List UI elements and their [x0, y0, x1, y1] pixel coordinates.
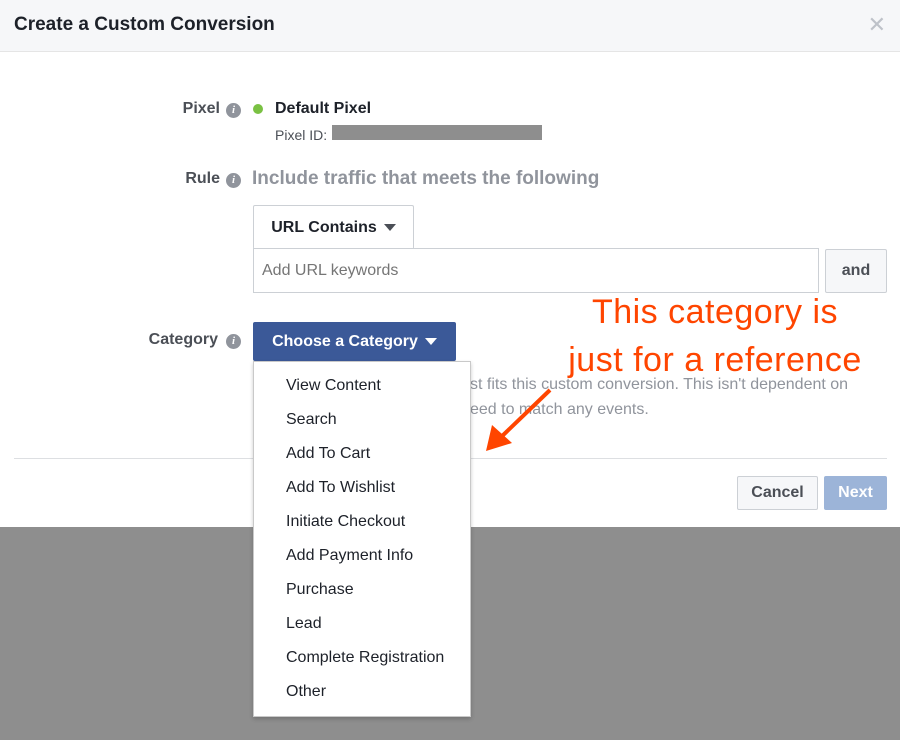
choose-category-label: Choose a Category — [272, 332, 418, 350]
cancel-button[interactable]: Cancel — [737, 476, 818, 510]
menu-item-add-payment-info[interactable]: Add Payment Info — [254, 539, 470, 573]
caret-down-icon — [424, 338, 437, 345]
pixel-name: Default Pixel — [275, 100, 372, 117]
menu-item-search[interactable]: Search — [254, 403, 470, 437]
pixel-id-redacted — [332, 125, 542, 140]
info-icon[interactable]: i — [226, 103, 241, 118]
category-dropdown-menu: View Content Search Add To Cart Add To W… — [253, 361, 471, 717]
url-match-dropdown[interactable]: URL Contains — [253, 205, 414, 249]
annotation-line1: This category is — [591, 293, 839, 331]
menu-item-initiate-checkout[interactable]: Initiate Checkout — [254, 505, 470, 539]
annotation-text: This category is just for a reference — [545, 288, 885, 384]
caret-down-icon — [383, 224, 396, 231]
and-button[interactable]: and — [825, 249, 887, 293]
next-button[interactable]: Next — [824, 476, 887, 510]
menu-item-add-to-wishlist[interactable]: Add To Wishlist — [254, 471, 470, 505]
info-icon[interactable]: i — [226, 334, 241, 349]
menu-item-lead[interactable]: Lead — [254, 607, 470, 641]
close-icon[interactable]: ✕ — [868, 12, 886, 38]
choose-category-button[interactable]: Choose a Category — [253, 322, 456, 361]
dialog-header: Create a Custom Conversion ✕ — [0, 0, 900, 52]
menu-item-purchase[interactable]: Purchase — [254, 573, 470, 607]
url-match-label: URL Contains — [271, 218, 377, 236]
menu-item-complete-registration[interactable]: Complete Registration — [254, 641, 470, 675]
pixel-id-label: Pixel ID: — [275, 127, 328, 143]
menu-item-other[interactable]: Other — [254, 675, 470, 709]
info-icon[interactable]: i — [226, 173, 241, 188]
url-keywords-input[interactable] — [253, 248, 819, 293]
annotation-arrow-icon — [486, 388, 552, 451]
rule-label: Rule — [185, 170, 220, 187]
menu-item-view-content[interactable]: View Content — [254, 369, 470, 403]
pixel-label: Pixel — [182, 100, 220, 117]
category-label: Category — [148, 331, 218, 348]
rule-heading: Include traffic that meets the following — [252, 168, 600, 189]
pixel-status-dot — [253, 104, 263, 114]
annotation-line2: just for a reference — [568, 341, 862, 379]
menu-item-add-to-cart[interactable]: Add To Cart — [254, 437, 470, 471]
dialog-title: Create a Custom Conversion — [14, 14, 275, 35]
